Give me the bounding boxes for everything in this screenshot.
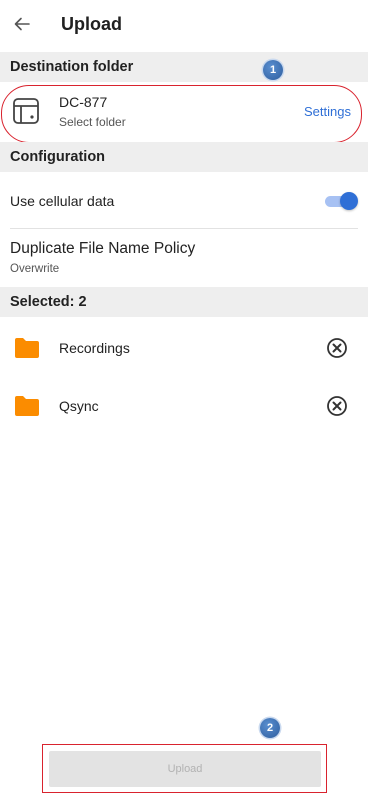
selected-item-name: Qsync <box>59 398 99 414</box>
arrow-left-icon <box>14 17 30 31</box>
cellular-data-toggle[interactable] <box>325 192 358 210</box>
selected-count-label: Selected: 2 <box>10 294 87 310</box>
annotation-badge-2: 2 <box>260 718 280 738</box>
destination-folder-row[interactable]: DC-877 Select folder Settings <box>0 84 368 140</box>
back-button[interactable] <box>8 10 36 38</box>
remove-circle-icon[interactable] <box>326 395 348 417</box>
configuration-section-label: Configuration <box>10 149 106 165</box>
selected-section-header: Selected: 2 <box>0 287 368 317</box>
upload-button[interactable]: Upload <box>49 751 321 787</box>
device-name: DC-877 <box>59 94 108 110</box>
cellular-data-label: Use cellular data <box>10 193 115 209</box>
selected-item-name: Recordings <box>59 340 130 356</box>
page-title: Upload <box>61 14 122 34</box>
configuration-section-header: Configuration <box>0 142 368 172</box>
toggle-knob <box>340 192 358 210</box>
divider <box>10 228 358 229</box>
nas-device-icon <box>13 98 39 124</box>
remove-circle-icon[interactable] <box>326 337 348 359</box>
destination-section-label: Destination folder <box>10 59 134 75</box>
duplicate-policy-label: Duplicate File Name Policy <box>10 240 196 257</box>
duplicate-policy-value: Overwrite <box>10 263 60 275</box>
select-folder-label: Select folder <box>59 115 126 129</box>
folder-icon <box>15 338 39 358</box>
folder-icon <box>15 396 39 416</box>
settings-link[interactable]: Settings <box>304 104 351 119</box>
app-header: Upload <box>0 0 368 50</box>
annotation-badge-1: 1 <box>263 60 283 80</box>
destination-section-header: Destination folder <box>0 52 368 82</box>
